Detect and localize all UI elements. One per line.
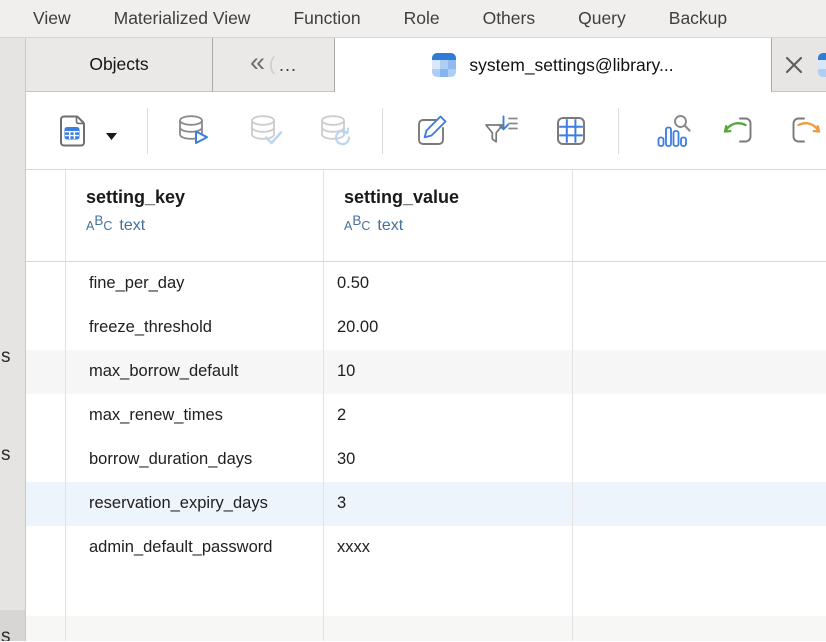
tab-bar-right-area (771, 38, 826, 92)
column-type: ABC text (86, 217, 323, 235)
menu-others[interactable]: Others (483, 8, 536, 29)
cell-setting-value[interactable]: 3 (324, 482, 573, 526)
tab-objects-label: Objects (89, 54, 148, 75)
menu-query[interactable]: Query (578, 8, 626, 29)
menu-bar: View Materialized View Function Role Oth… (0, 0, 826, 38)
chevron-down-icon[interactable] (106, 127, 117, 145)
row-gutter-header[interactable] (26, 170, 66, 261)
column-header-setting-key[interactable]: setting_key ABC text (66, 170, 324, 261)
row-gutter[interactable] (26, 262, 66, 306)
cell-setting-key[interactable]: fine_per_day (66, 262, 324, 306)
table-row: max_borrow_default 10 (26, 350, 826, 394)
tab-collapsed-ellipsis: ... (279, 55, 297, 76)
column-type-label: text (119, 217, 145, 235)
table-row: borrow_duration_days 30 (26, 438, 826, 482)
menu-view[interactable]: View (33, 8, 71, 29)
menu-materialized-view[interactable]: Materialized View (114, 8, 251, 29)
cell-setting-key[interactable]: max_renew_times (66, 394, 324, 438)
tab-collapsed-ghost-text: ( (269, 54, 275, 75)
chart-analyze-icon[interactable] (653, 111, 693, 151)
row-gutter[interactable] (26, 526, 66, 570)
row-gutter[interactable] (26, 482, 66, 526)
grid-empty-area (26, 570, 826, 616)
cell-empty (573, 306, 826, 350)
table-grid-icon (432, 53, 456, 77)
table-row: admin_default_password xxxx (26, 526, 826, 570)
edit-record-icon[interactable] (411, 111, 451, 151)
cell-setting-key[interactable]: max_borrow_default (66, 350, 324, 394)
sidebar-clipped-edge: s s s (0, 38, 26, 641)
menu-backup[interactable]: Backup (669, 8, 727, 29)
cell-setting-value[interactable]: 2 (324, 394, 573, 438)
row-gutter[interactable] (26, 394, 66, 438)
filter-sort-icon[interactable] (480, 111, 520, 151)
open-table-view-icon[interactable] (52, 111, 92, 151)
table-row: fine_per_day 0.50 (26, 262, 826, 306)
data-grid: setting_key ABC text setting_value ABC t… (26, 170, 826, 641)
rollback-transaction-icon[interactable] (315, 111, 355, 151)
cell-empty (573, 350, 826, 394)
sidebar-item-fragment: s (1, 444, 11, 466)
tab-bar: Objects « ( ... system_settings@library.… (26, 38, 826, 92)
text-type-icon: ABC (86, 218, 112, 233)
tab-system-settings[interactable]: system_settings@library... (335, 38, 771, 92)
begin-transaction-icon[interactable] (173, 111, 213, 151)
table-row: reservation_expiry_days 3 (26, 482, 826, 526)
grid-header-row: setting_key ABC text setting_value ABC t… (26, 170, 826, 262)
next-tab-partial-icon[interactable] (818, 53, 826, 77)
table-row: freeze_threshold 20.00 (26, 306, 826, 350)
cell-empty (573, 394, 826, 438)
toolbar-separator (382, 108, 383, 154)
cell-setting-key[interactable]: admin_default_password (66, 526, 324, 570)
cell-setting-value[interactable]: 0.50 (324, 262, 573, 306)
menu-role[interactable]: Role (404, 8, 440, 29)
cell-empty (573, 482, 826, 526)
row-gutter[interactable] (26, 350, 66, 394)
tab-system-settings-label: system_settings@library... (469, 55, 673, 76)
toolbar (26, 92, 826, 170)
cell-setting-value[interactable]: xxxx (324, 526, 573, 570)
cell-setting-value[interactable]: 20.00 (324, 306, 573, 350)
toolbar-separator (147, 108, 148, 154)
close-icon[interactable] (782, 53, 806, 77)
tab-collapsed-overflow[interactable]: « ( ... (213, 38, 335, 92)
table-row: max_renew_times 2 (26, 394, 826, 438)
sidebar-item-fragment: s (1, 346, 11, 368)
cell-empty (573, 526, 826, 570)
column-name: setting_key (86, 187, 323, 208)
import-wizard-icon[interactable] (717, 111, 757, 151)
grid-view-icon[interactable] (551, 111, 591, 151)
cell-empty (573, 262, 826, 306)
sidebar-item-fragment: s (1, 626, 11, 641)
toolbar-separator (618, 108, 619, 154)
cell-setting-key[interactable]: freeze_threshold (66, 306, 324, 350)
chevron-double-left-icon: « (250, 49, 265, 76)
column-header-empty (573, 170, 826, 261)
tab-objects[interactable]: Objects (26, 38, 213, 92)
cell-setting-value[interactable]: 10 (324, 350, 573, 394)
column-type: ABC text (344, 217, 572, 235)
column-type-label: text (377, 217, 403, 235)
row-gutter[interactable] (26, 306, 66, 350)
grid-bottom-band (26, 616, 826, 641)
cell-empty (573, 438, 826, 482)
column-name: setting_value (344, 187, 572, 208)
cell-setting-key[interactable]: reservation_expiry_days (66, 482, 324, 526)
menu-function[interactable]: Function (293, 8, 360, 29)
cell-setting-key[interactable]: borrow_duration_days (66, 438, 324, 482)
row-gutter[interactable] (26, 438, 66, 482)
text-type-icon: ABC (344, 218, 370, 233)
commit-transaction-icon[interactable] (245, 111, 285, 151)
export-wizard-icon[interactable] (787, 111, 826, 151)
cell-setting-value[interactable]: 30 (324, 438, 573, 482)
column-header-setting-value[interactable]: setting_value ABC text (324, 170, 573, 261)
